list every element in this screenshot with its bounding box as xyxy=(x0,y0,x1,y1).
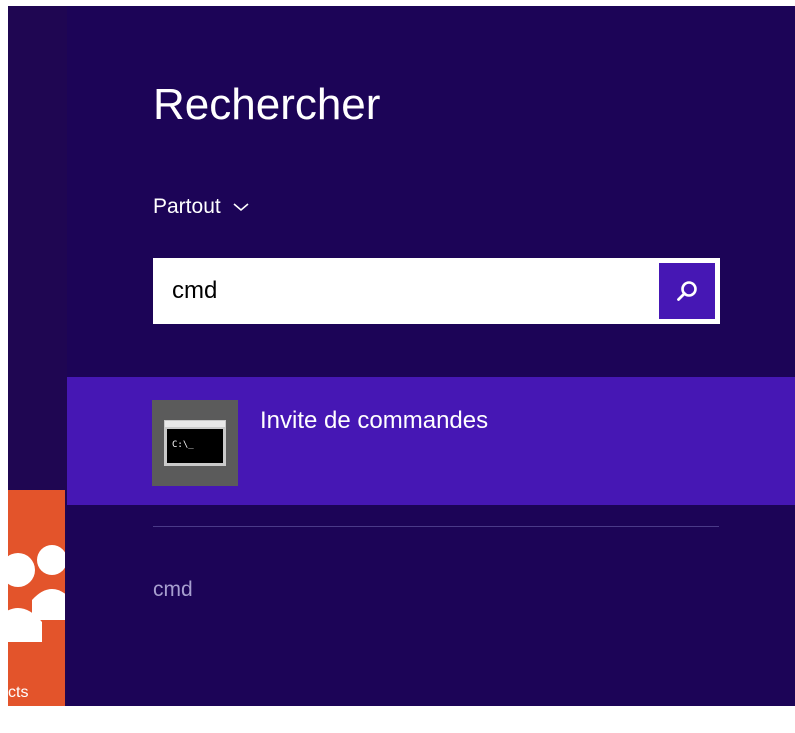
scope-dropdown[interactable]: Partout xyxy=(153,195,249,219)
scope-label: Partout xyxy=(153,195,221,218)
search-title: Rechercher xyxy=(153,80,381,129)
people-tile[interactable]: cts xyxy=(8,490,65,706)
result-label: Invite de commandes xyxy=(260,407,489,434)
chevron-down-icon xyxy=(233,203,249,212)
people-icon xyxy=(8,545,65,642)
search-pane: Rechercher Partout C:\_ Invite de comman… xyxy=(67,6,795,706)
result-item-command-prompt[interactable]: C:\_ Invite de commandes xyxy=(67,377,795,505)
search-box xyxy=(153,258,720,324)
search-suggestion[interactable]: cmd xyxy=(153,578,193,602)
search-button[interactable] xyxy=(659,263,715,319)
command-prompt-icon: C:\_ xyxy=(164,420,226,466)
result-icon-tile: C:\_ xyxy=(152,400,238,486)
results-divider xyxy=(153,526,719,527)
tile-label: cts xyxy=(8,684,29,701)
search-input[interactable] xyxy=(153,258,659,324)
command-prompt-icon-text: C:\_ xyxy=(172,440,194,450)
search-icon xyxy=(677,281,697,301)
